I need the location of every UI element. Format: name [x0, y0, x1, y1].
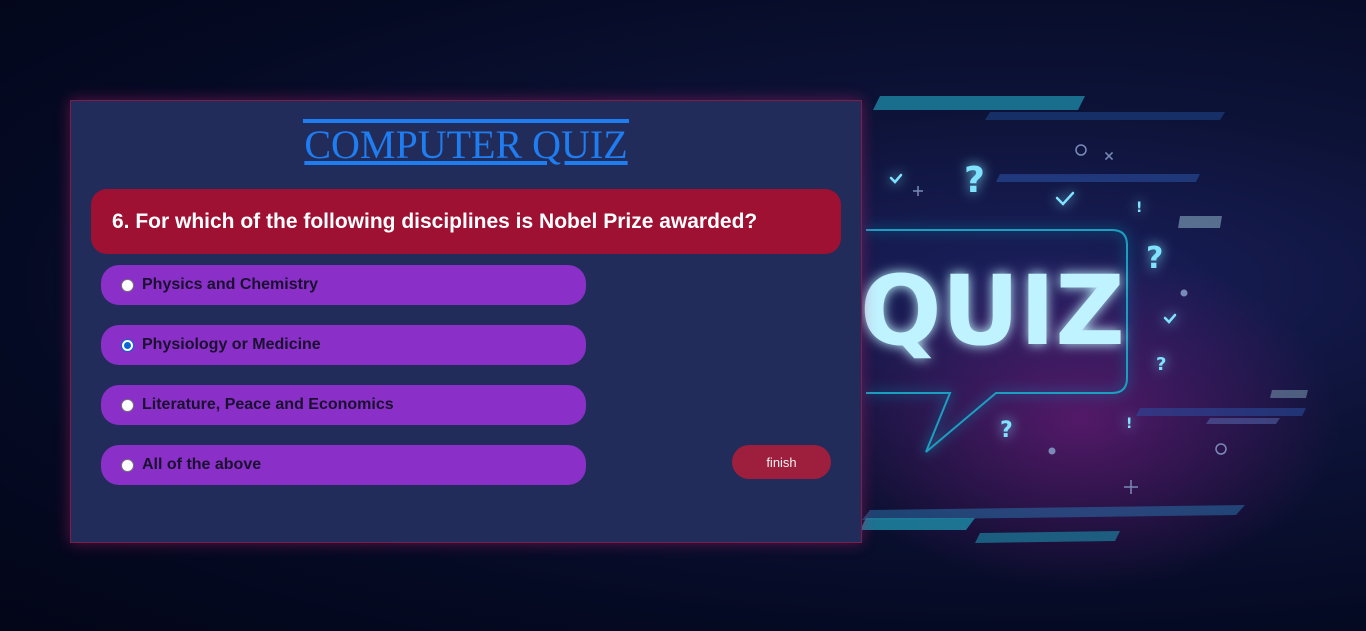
- option-label: Physics and Chemistry: [142, 276, 319, 293]
- quiz-panel: COMPUTER QUIZ 6. For which of the follow…: [70, 100, 862, 543]
- svg-text:!: !: [1126, 416, 1132, 432]
- question-text: 6. For which of the following discipline…: [91, 189, 841, 254]
- svg-text:QUIZ: QUIZ: [860, 255, 1125, 367]
- svg-text:?: ?: [1146, 241, 1163, 276]
- option-label: Literature, Peace and Economics: [142, 396, 394, 413]
- option-physiology-or-medicine[interactable]: Physiology or Medicine: [101, 325, 586, 365]
- svg-text:?: ?: [964, 160, 985, 201]
- option-label: All of the above: [142, 456, 262, 473]
- radio-button[interactable]: [121, 398, 134, 412]
- option-label: Physiology or Medicine: [142, 336, 321, 353]
- option-literature-peace-economics[interactable]: Literature, Peace and Economics: [101, 385, 586, 425]
- svg-text:!: !: [1136, 200, 1142, 216]
- svg-text:?: ?: [1000, 418, 1013, 443]
- svg-text:?: ?: [1156, 354, 1166, 375]
- radio-button[interactable]: [121, 278, 134, 292]
- finish-button[interactable]: finish: [732, 445, 831, 479]
- radio-button[interactable]: [121, 458, 134, 472]
- option-physics-and-chemistry[interactable]: Physics and Chemistry: [101, 265, 586, 305]
- quiz-title: COMPUTER QUIZ: [303, 119, 629, 167]
- radio-button-selected[interactable]: [121, 338, 134, 352]
- option-all-of-the-above[interactable]: All of the above: [101, 445, 586, 485]
